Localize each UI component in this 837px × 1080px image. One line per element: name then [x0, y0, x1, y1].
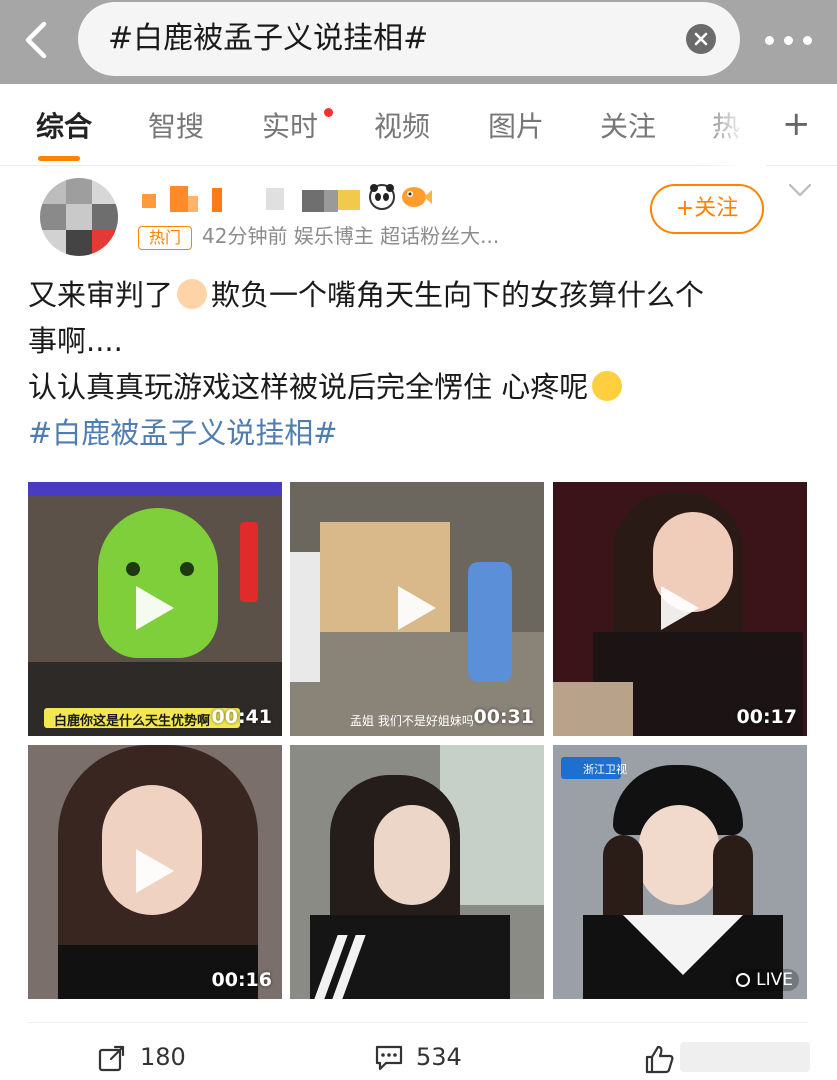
- thumbs-up-icon: [645, 1045, 674, 1074]
- more-options-icon[interactable]: [765, 36, 813, 46]
- tab-video[interactable]: 视频: [374, 110, 430, 144]
- video-4-duration: 00:16: [211, 969, 272, 991]
- top-bar: #白鹿被孟子义说挂相#: [0, 0, 837, 84]
- clear-icon[interactable]: [686, 24, 716, 54]
- crying-face-emoji-icon: [592, 371, 623, 401]
- post-text-line1b: 欺负一个嘴角天生向下的女孩算什么个: [211, 278, 705, 312]
- repost-icon: [98, 1045, 125, 1072]
- tab-comprehensive[interactable]: 综合: [36, 110, 92, 144]
- avatar[interactable]: [40, 178, 118, 256]
- video-3-duration: 00:17: [736, 706, 797, 728]
- tab-smart-search[interactable]: 智搜: [148, 110, 204, 144]
- comment-icon: [375, 1045, 403, 1071]
- video-thumbnail-2[interactable]: 孟姐 我们不是好姐妹吗 00:31: [290, 482, 544, 736]
- repost-count: 180: [140, 1043, 186, 1071]
- tab-following[interactable]: 关注: [600, 110, 656, 144]
- comment-count: 534: [416, 1043, 462, 1071]
- video-thumbnail-3[interactable]: 00:17: [553, 482, 807, 736]
- image-thumbnail-5[interactable]: [290, 745, 544, 999]
- play-icon: [136, 586, 174, 630]
- username-blurred[interactable]: [142, 186, 362, 214]
- image-thumbnail-6[interactable]: 浙江卫视 LIVE: [553, 745, 807, 999]
- badge-icons: [368, 182, 432, 219]
- panda-fish-icons: [369, 184, 432, 210]
- add-tab-icon[interactable]: +: [782, 106, 811, 142]
- video-1-duration: 00:41: [211, 706, 272, 728]
- back-arrow-icon[interactable]: [18, 18, 58, 62]
- channel-logo-text: 浙江卫视: [583, 763, 627, 776]
- play-icon: [661, 586, 699, 630]
- search-input[interactable]: #白鹿被孟子义说挂相#: [78, 2, 740, 76]
- play-icon: [398, 586, 436, 630]
- divider: [28, 1022, 808, 1023]
- like-count-blurred: [680, 1042, 810, 1072]
- post-meta: 42分钟前 娱乐博主 超话粉丝大...: [202, 224, 500, 248]
- hot-badge: 热门: [138, 226, 192, 250]
- live-photo-badge: LIVE: [730, 969, 799, 991]
- post-text-line1: 又来审判了: [28, 278, 174, 312]
- hashtag-link[interactable]: #白鹿被孟子义说挂相#: [28, 410, 818, 456]
- follow-button[interactable]: +关注: [650, 184, 764, 234]
- realtime-notification-dot: [324, 108, 333, 117]
- video-2-duration: 00:31: [473, 706, 534, 728]
- fingers-crossed-emoji-icon: [177, 279, 208, 309]
- tab-fade-overlay: [700, 84, 766, 166]
- video-thumbnail-4[interactable]: 00:16: [28, 745, 282, 999]
- live-label: LIVE: [756, 970, 793, 990]
- chevron-down-icon[interactable]: [788, 182, 812, 198]
- play-icon: [136, 849, 174, 893]
- tab-images[interactable]: 图片: [488, 110, 544, 144]
- video-1-caption: 白鹿你这是什么天生优势啊: [54, 714, 211, 729]
- live-photo-icon: [736, 973, 751, 987]
- post-text-line3: 认认真真玩游戏这样被说后完全愣住 心疼呢: [28, 370, 589, 404]
- post-body: 又来审判了 欺负一个嘴角天生向下的女孩算什么个 事啊.... 认认真真玩游戏这样被…: [28, 272, 818, 456]
- post-text-line2: 事啊....: [28, 324, 123, 358]
- video-thumbnail-1[interactable]: 白鹿你这是什么天生优势啊 00:41: [28, 482, 282, 736]
- search-query: #白鹿被孟子义说挂相#: [108, 21, 429, 56]
- video-2-caption: 孟姐 我们不是好姐妹吗: [350, 714, 474, 728]
- tab-realtime[interactable]: 实时: [262, 110, 318, 144]
- active-tab-indicator: [38, 156, 80, 161]
